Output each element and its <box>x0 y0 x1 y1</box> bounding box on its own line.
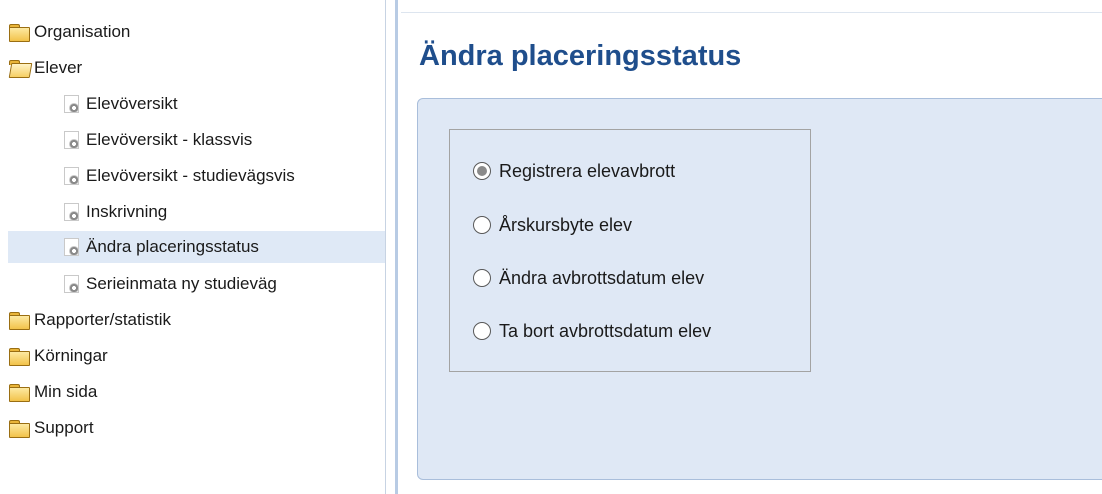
page-title: Ändra placeringsstatus <box>419 40 742 72</box>
tree-item-elevoversikt[interactable]: Elevöversikt <box>8 88 385 120</box>
tree-item-min-sida[interactable]: Min sida <box>8 376 385 408</box>
tree-item-label: Elevöversikt <box>86 94 178 113</box>
folder-open-icon <box>8 58 33 78</box>
page-gear-icon <box>60 237 82 257</box>
tree-item-label: Elever <box>34 58 83 77</box>
tree-item-label: Inskrivning <box>86 202 168 221</box>
folder-icon <box>8 22 30 42</box>
tree-item-label: Serieinmata ny studieväg <box>86 274 277 293</box>
tree-item-elevoversikt-studievagsvis[interactable]: Elevöversikt - studievägsvis <box>8 160 385 192</box>
option-registrera-elevavbrott[interactable]: Registrera elevavbrott <box>473 157 675 185</box>
tree-item-label: Körningar <box>34 346 108 365</box>
folder-icon <box>8 418 30 438</box>
radio-button[interactable] <box>473 269 491 287</box>
tree-item-support[interactable]: Support <box>8 412 385 444</box>
folder-icon <box>8 310 30 330</box>
option-label: Ändra avbrottsdatum elev <box>499 267 705 288</box>
radio-button[interactable] <box>473 216 491 234</box>
page-gear-icon <box>60 130 82 150</box>
tree-item-andra-placeringsstatus[interactable]: Ändra placeringsstatus <box>8 231 385 263</box>
tree-item-elever[interactable]: Elever <box>8 52 385 84</box>
option-arskursbyte-elev[interactable]: Årskursbyte elev <box>473 211 632 239</box>
folder-icon <box>8 382 30 402</box>
radio-button-checked[interactable] <box>473 162 491 180</box>
tree-item-elevoversikt-klassvis[interactable]: Elevöversikt - klassvis <box>8 124 385 156</box>
tree-item-label: Ändra placeringsstatus <box>86 237 259 256</box>
tree-item-label: Elevöversikt - klassvis <box>86 130 253 149</box>
tree-item-korningar[interactable]: Körningar <box>8 340 385 372</box>
option-label: Registrera elevavbrott <box>499 160 676 181</box>
option-andra-avbrottsdatum[interactable]: Ändra avbrottsdatum elev <box>473 264 704 292</box>
splitter[interactable] <box>386 0 398 494</box>
tree-item-serieinmata[interactable]: Serieinmata ny studieväg <box>8 268 385 300</box>
option-ta-bort-avbrottsdatum[interactable]: Ta bort avbrottsdatum elev <box>473 317 711 345</box>
divider <box>401 12 1102 13</box>
option-label: Ta bort avbrottsdatum elev <box>499 320 712 341</box>
tree-item-organisation[interactable]: Organisation <box>8 16 385 48</box>
tree-item-label: Elevöversikt - studievägsvis <box>86 166 295 185</box>
tree-item-label: Rapporter/statistik <box>34 310 171 329</box>
tree-item-inskrivning[interactable]: Inskrivning <box>8 196 385 228</box>
page-gear-icon <box>60 166 82 186</box>
option-label: Årskursbyte elev <box>499 214 633 235</box>
tree-item-label: Organisation <box>34 22 131 41</box>
folder-icon <box>8 346 30 366</box>
navigation-tree: Organisation Elever Elevöversikt Elevöve… <box>0 0 386 494</box>
page-gear-icon <box>60 274 82 294</box>
page-gear-icon <box>60 202 82 222</box>
page-gear-icon <box>60 94 82 114</box>
tree-item-label: Support <box>34 418 94 437</box>
tree-item-rapporter[interactable]: Rapporter/statistik <box>8 304 385 336</box>
tree-item-label: Min sida <box>34 382 98 401</box>
radio-button[interactable] <box>473 322 491 340</box>
